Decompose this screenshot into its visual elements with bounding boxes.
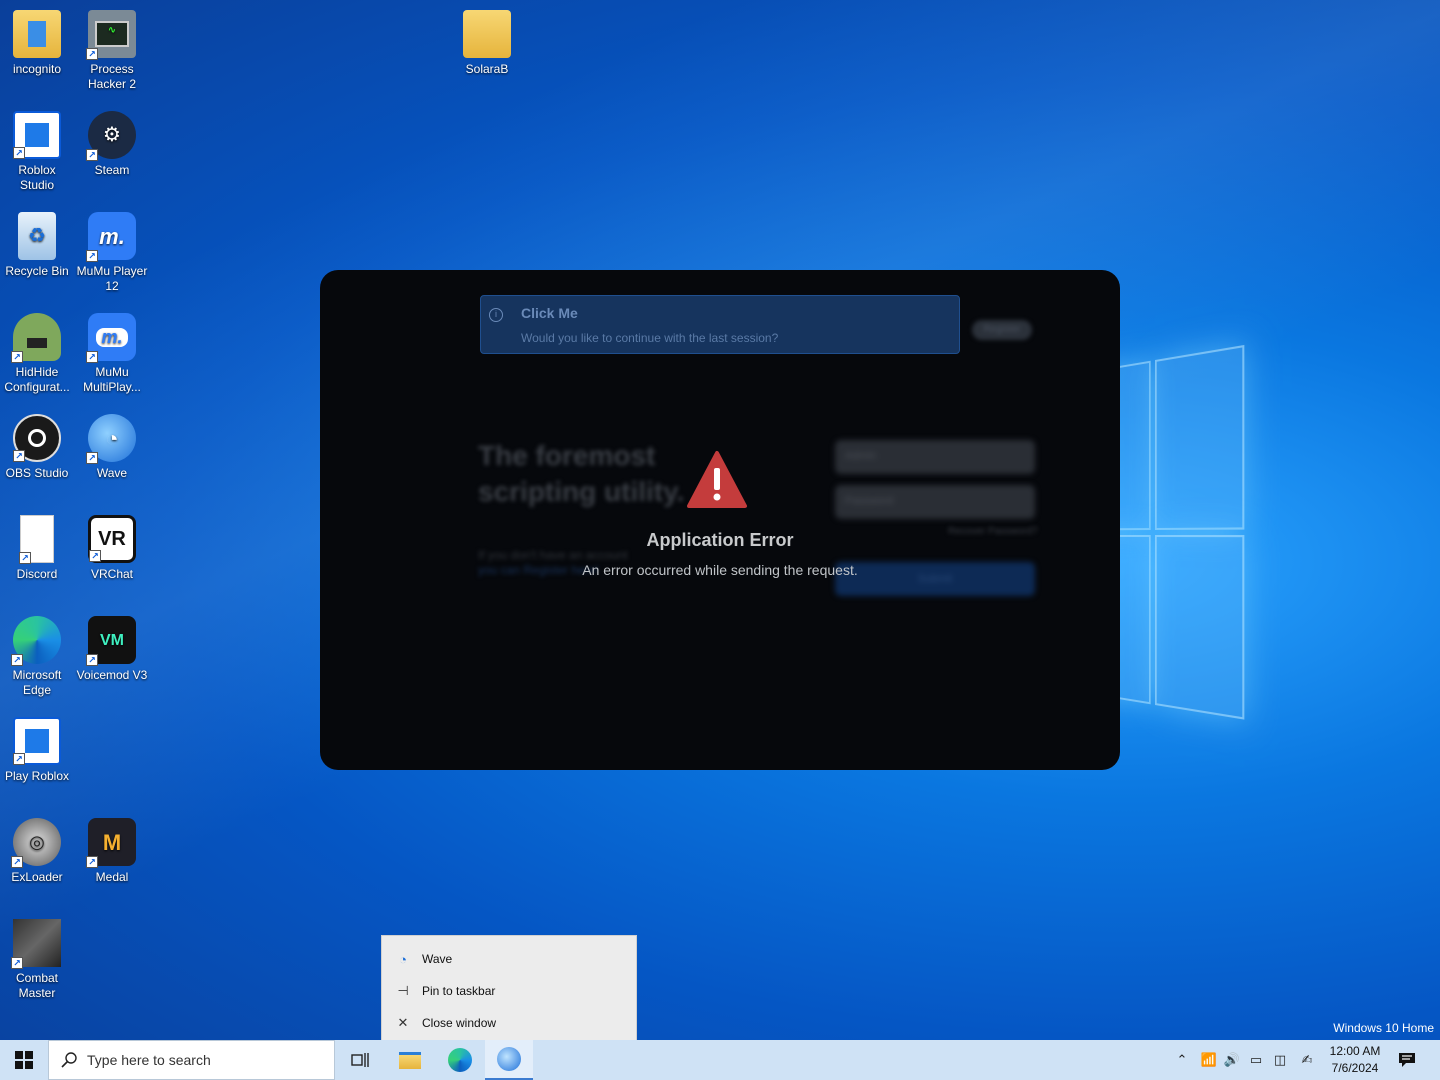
search-icon — [61, 1052, 77, 1068]
jumplist-item-wave[interactable]: ◔ Wave — [382, 943, 638, 975]
pin-icon: ⊣ — [397, 983, 409, 998]
roblox-icon: ↗ — [13, 717, 61, 765]
desktop-icon-medal[interactable]: M ↗ Medal — [75, 818, 149, 885]
steam-icon: ⚙ ↗ — [86, 111, 136, 161]
desktop-icon-voicemod[interactable]: VM ↗ Voicemod V3 — [75, 616, 149, 683]
error-message: An error occurred while sending the requ… — [582, 562, 858, 578]
desktop-icon-wave[interactable]: ◔ ↗ Wave — [75, 414, 149, 481]
vrchat-icon: VR ↗ — [88, 515, 136, 563]
mumu-multiplayer-icon: m. ↗ — [86, 313, 136, 363]
desktop-icon-edge[interactable]: ↗ Microsoft Edge — [0, 616, 74, 698]
action-center-button[interactable] — [1394, 1040, 1420, 1080]
username-field[interactable]: Admin — [835, 440, 1035, 474]
wave-app-window: i Click Me Would you like to continue wi… — [320, 270, 1120, 770]
desktop-icon-incognito[interactable]: incognito — [0, 10, 74, 77]
recycle-bin-icon: ♻ — [18, 212, 56, 260]
wave-icon — [497, 1047, 521, 1071]
desktop-icon-steam[interactable]: ⚙ ↗ Steam — [75, 111, 149, 178]
edge-icon — [448, 1048, 472, 1072]
wave-icon: ◔ ↗ — [86, 414, 136, 464]
desktop-icon-vrchat[interactable]: VR ↗ VRChat — [75, 515, 149, 582]
windows-edition-watermark: Windows 10 Home — [1333, 1021, 1434, 1035]
clock-date: 7/6/2024 — [1331, 1061, 1379, 1075]
jumplist-item-pin[interactable]: ⊣ Pin to taskbar — [382, 975, 638, 1007]
process-hacker-icon: ∿ ↗ — [86, 10, 136, 60]
windows-icon — [15, 1051, 33, 1069]
desktop-icon-mumu-multiplayer[interactable]: m. ↗ MuMu MultiPlay... — [75, 313, 149, 395]
jumplist-item-close[interactable]: ✕ Close window — [382, 1007, 638, 1039]
show-hidden-icons-button[interactable]: ⌃ — [1172, 1040, 1192, 1080]
combat-master-icon: ↗ — [11, 919, 61, 969]
medal-icon: M ↗ — [86, 818, 136, 868]
register-button[interactable]: Register — [972, 320, 1032, 340]
desktop-icon-recycle-bin[interactable]: ♻ Recycle Bin — [0, 212, 74, 279]
battery-icon[interactable]: ▭ — [1245, 1040, 1267, 1080]
mumu-player-icon: m. ↗ — [86, 212, 136, 262]
desktop-icon-hidhide[interactable]: ↗ HidHide Configurat... — [0, 313, 74, 395]
session-toast[interactable]: i Click Me Would you like to continue wi… — [480, 295, 960, 354]
desktop-icon-process-hacker[interactable]: ∿ ↗ Process Hacker 2 — [75, 10, 149, 92]
wave-icon: ◔ — [399, 951, 407, 967]
toast-title: Click Me — [521, 305, 578, 321]
volume-icon[interactable]: 🔊 — [1221, 1040, 1243, 1080]
start-button[interactable] — [0, 1040, 48, 1080]
desktop-icon-play-roblox[interactable]: ↗ Play Roblox — [0, 717, 74, 784]
close-icon: ✕ — [397, 1015, 409, 1030]
roblox-studio-icon: ↗ — [13, 111, 61, 159]
password-field[interactable]: Password — [835, 485, 1035, 519]
meet-now-icon[interactable]: ◫ — [1269, 1040, 1291, 1080]
search-input[interactable] — [87, 1052, 307, 1068]
desktop-icon-solarab[interactable]: SolaraB — [450, 10, 524, 77]
desktop-icon-mumu-player[interactable]: m. ↗ MuMu Player 12 — [75, 212, 149, 294]
taskbar-edge[interactable] — [436, 1040, 484, 1080]
desktop-icon-discord[interactable]: ↗ Discord — [0, 515, 74, 582]
network-icon[interactable]: 📶 — [1198, 1040, 1220, 1080]
hidhide-icon: ↗ — [11, 313, 61, 363]
taskbar-clock[interactable]: 12:00 AM 7/6/2024 — [1322, 1043, 1388, 1077]
taskbar-search[interactable] — [48, 1040, 335, 1080]
edge-icon: ↗ — [11, 616, 61, 666]
clock-time: 12:00 AM — [1329, 1044, 1381, 1058]
task-view-icon — [351, 1053, 369, 1067]
desktop-icon-roblox-studio[interactable]: ↗ Roblox Studio — [0, 111, 74, 193]
desktop-icon-combat-master[interactable]: ↗ Combat Master — [0, 919, 74, 1001]
folder-icon — [399, 1051, 421, 1069]
pen-workspace-icon[interactable]: ✍ — [1296, 1040, 1318, 1080]
error-title: Application Error — [646, 530, 794, 550]
desktop-icon-obs[interactable]: ↗ OBS Studio — [0, 414, 74, 481]
folder-icon — [13, 10, 61, 58]
blank-file-icon: ↗ — [19, 515, 54, 564]
exloader-icon: ◎ ↗ — [11, 818, 61, 868]
taskbar-wave[interactable] — [485, 1040, 533, 1080]
chevron-up-icon: ⌃ — [1176, 1052, 1188, 1067]
info-icon: i — [489, 308, 503, 322]
warning-icon — [687, 451, 747, 508]
voicemod-icon: VM ↗ — [86, 616, 136, 666]
taskbar-file-explorer[interactable] — [386, 1040, 434, 1080]
desktop-icon-exloader[interactable]: ◎ ↗ ExLoader — [0, 818, 74, 885]
folder-icon — [463, 10, 511, 58]
notification-icon — [1399, 1053, 1415, 1067]
obs-icon: ↗ — [13, 414, 61, 462]
toast-message: Would you like to continue with the last… — [521, 331, 779, 345]
task-view-button[interactable] — [336, 1040, 384, 1080]
taskbar-jumplist: ◔ Wave ⊣ Pin to taskbar ✕ Close window — [381, 935, 637, 1041]
taskbar: ⌃ 📶 🔊 ▭ ◫ ✍ 12:00 AM 7/6/2024 — [0, 1040, 1440, 1080]
